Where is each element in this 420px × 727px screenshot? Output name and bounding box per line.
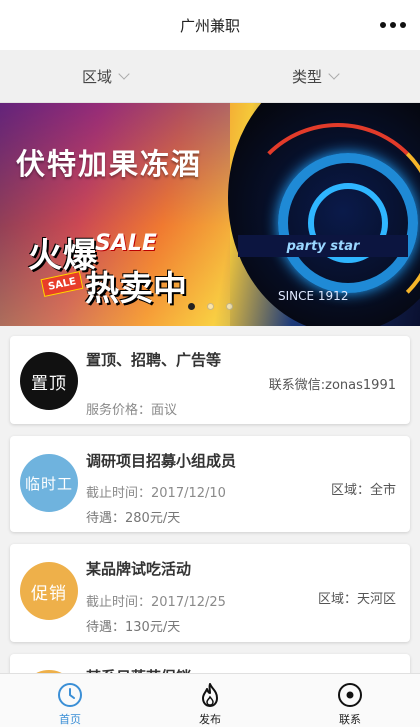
filter-area-label: 区域 — [81, 67, 112, 86]
listing-pay: 待遇：280元/天 — [86, 511, 181, 526]
bottom-nav: 首页 发布 联系 — [0, 673, 420, 727]
flame-icon — [202, 683, 218, 707]
nav-contact[interactable]: 联系 — [280, 674, 420, 727]
nav-publish-label: 发布 — [199, 713, 221, 726]
nav-home[interactable]: 首页 — [0, 674, 140, 727]
nav-publish[interactable]: 发布 — [140, 674, 280, 727]
listing-deadline: 截止时间：2017/12/25 — [86, 595, 226, 610]
listing-title: 调研项目招募小组成员 — [86, 452, 237, 470]
more-dot-icon — [380, 22, 386, 28]
listing-avatar: 临时工 — [20, 454, 78, 512]
listing-title: 某品牌试吃活动 — [86, 560, 192, 578]
filter-type-label: 类型 — [291, 67, 322, 86]
chevron-down-icon — [328, 67, 340, 80]
banner-pagination — [0, 303, 420, 310]
bottle-image: party star SINCE 1912 — [228, 103, 420, 326]
listing-price: 服务价格：面议 — [86, 403, 178, 418]
more-menu-button[interactable] — [380, 17, 406, 33]
chevron-down-icon — [118, 67, 130, 80]
filter-bar: 区域 类型 — [0, 50, 420, 103]
listing-title: 置顶、招聘、广告等 — [86, 351, 222, 369]
listing-avatar: 置顶 — [20, 352, 78, 410]
title-bar: 广州兼职 — [0, 0, 420, 50]
filter-type-dropdown[interactable]: 类型 — [210, 50, 420, 102]
bottle-brand-logo: party star — [238, 235, 408, 257]
filter-area-dropdown[interactable]: 区域 — [0, 50, 210, 102]
pagination-dot[interactable] — [206, 303, 214, 310]
listing-card[interactable]: 置顶 置顶、招聘、广告等 联系微信:zonas1991 服务价格：面议 — [10, 336, 410, 424]
clock-icon — [58, 683, 82, 707]
bottle-since-text: SINCE 1912 — [278, 289, 349, 303]
banner-sale-text: SALE — [95, 231, 157, 256]
banner-headline: 伏特加果冻酒 — [16, 147, 203, 181]
more-dot-icon — [400, 22, 406, 28]
nav-contact-label: 联系 — [339, 713, 361, 726]
listing-contact: 联系微信:zonas1991 — [268, 378, 396, 393]
nav-home-label: 首页 — [59, 713, 81, 726]
listing-card[interactable]: 促销 某品牌试吃活动 截止时间：2017/12/25 区域：天河区 待遇：130… — [10, 544, 410, 642]
more-dot-icon — [390, 22, 396, 28]
page-title: 广州兼职 — [179, 16, 240, 35]
listing-deadline: 截止时间：2017/12/10 — [86, 486, 226, 501]
pagination-dot[interactable] — [225, 303, 233, 310]
listing-area: 区域：全市 — [330, 483, 396, 498]
target-icon — [338, 683, 362, 707]
listing-area: 区域：天河区 — [317, 592, 396, 607]
listing-card[interactable]: 临时工 调研项目招募小组成员 截止时间：2017/12/10 区域：全市 待遇：… — [10, 436, 410, 532]
listing-avatar: 促销 — [20, 562, 78, 620]
pagination-dot[interactable] — [187, 303, 195, 310]
listing-pay: 待遇：130元/天 — [86, 620, 181, 635]
promo-banner[interactable]: party star SINCE 1912 伏特加果冻酒 火爆 SALE 热卖中… — [0, 103, 420, 326]
